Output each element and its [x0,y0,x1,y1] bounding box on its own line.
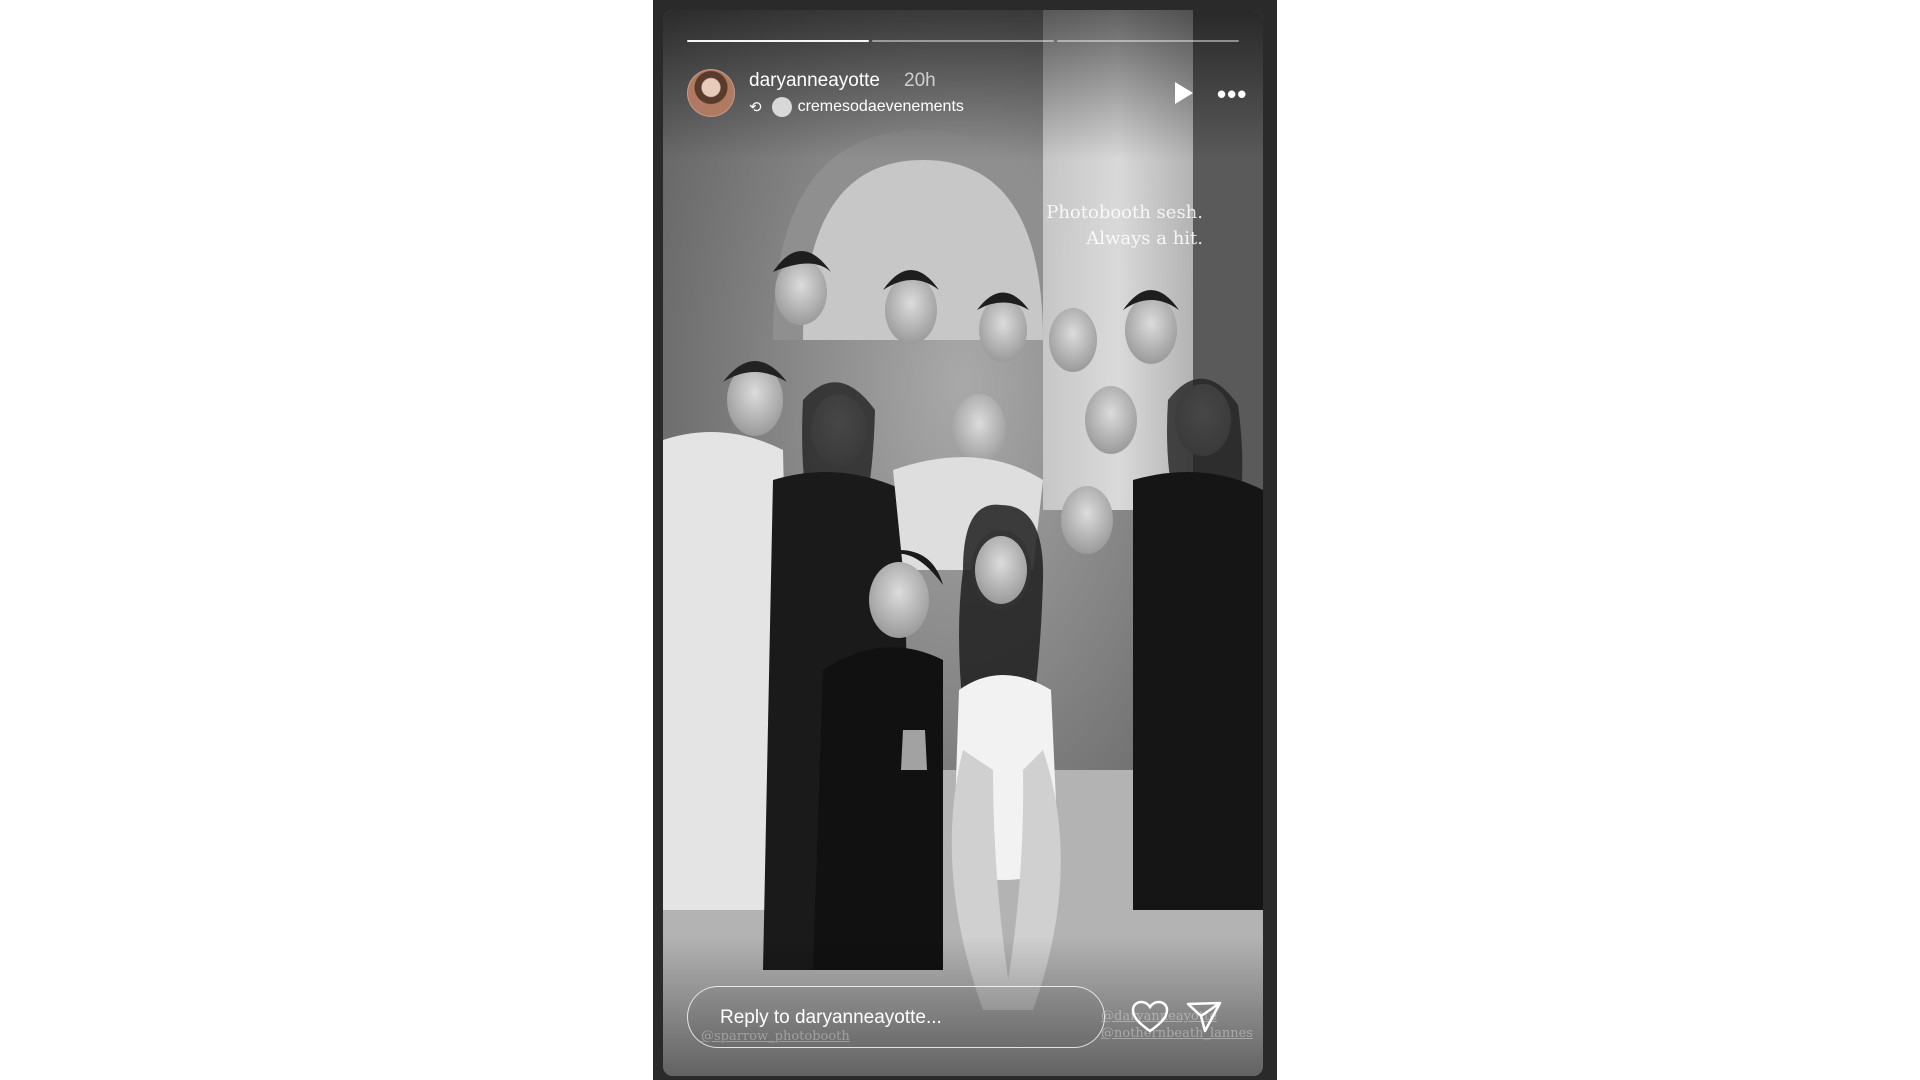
mention-sticker-group[interactable]: @daryanneayotte @nothernbeath_lannes [1101,1008,1253,1042]
story-frame: daryanneayotte 20h ⟲ cremesodaevenements… [663,10,1263,1076]
caption-line: Always a hit. [1086,228,1203,249]
reply-box[interactable] [687,986,1105,1048]
progress-segment [687,40,869,42]
play-icon[interactable] [1175,82,1193,104]
caption-line: Photobooth sesh. [1046,202,1203,223]
repost-username[interactable]: cremesodaevenements [798,98,964,116]
repost-avatar [771,97,792,117]
repost-icon: ⟲ [749,99,762,116]
avatar[interactable] [687,69,735,117]
story-caption: Photobooth sesh. Always a hit. [1046,200,1203,252]
more-icon[interactable]: ••• [1217,79,1247,110]
story-progress-bar [687,40,1239,43]
mention-sticker[interactable]: @nothernbeath_lannes [1101,1025,1253,1042]
progress-segment [1057,40,1239,42]
story-photo [663,10,1263,1076]
story-viewer: daryanneayotte 20h ⟲ cremesodaevenements… [653,0,1277,1080]
story-header: daryanneayotte 20h ⟲ cremesodaevenements… [687,60,1247,120]
send-icon[interactable] [1186,1000,1222,1034]
heart-icon[interactable] [1131,1000,1169,1034]
username[interactable]: daryanneayotte [749,70,880,92]
mention-sticker[interactable]: @daryanneayotte [1101,1008,1253,1025]
post-time: 20h [904,70,936,91]
reply-input[interactable] [718,1005,1082,1031]
progress-segment [872,40,1054,42]
repost-info[interactable]: ⟲ cremesodaevenements [749,97,964,117]
